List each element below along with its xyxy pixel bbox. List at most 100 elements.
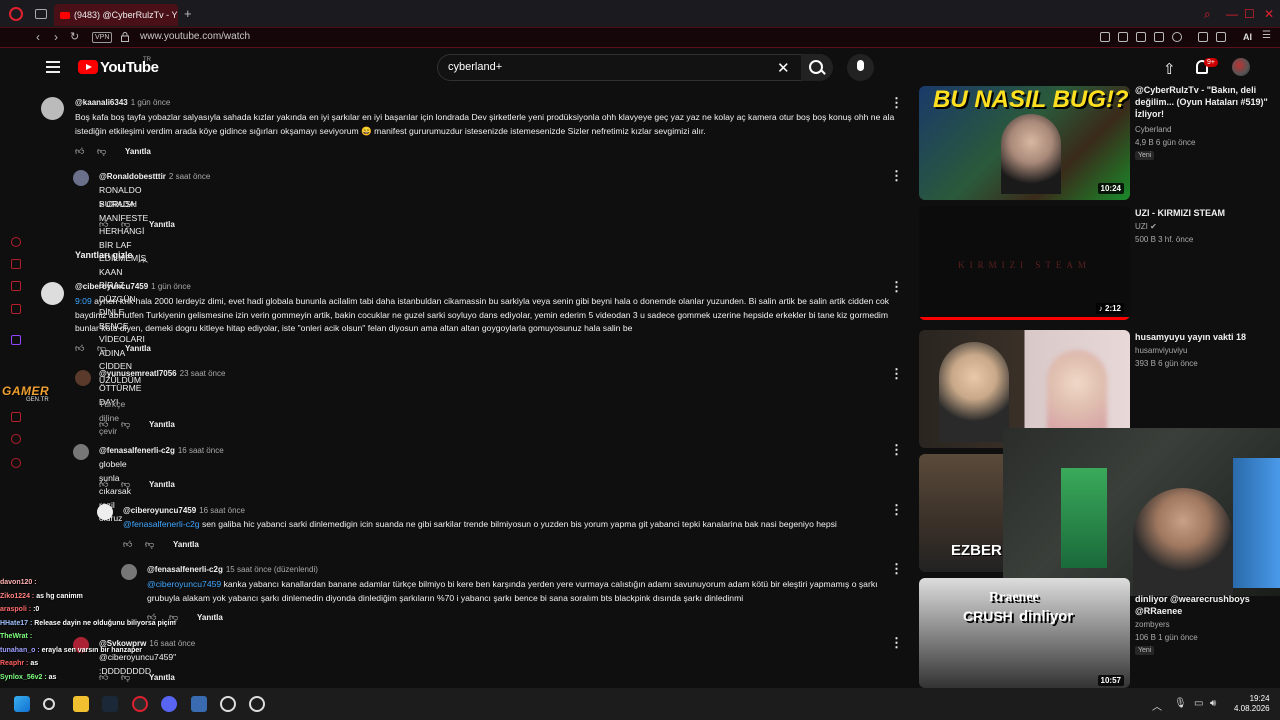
comment-menu-icon[interactable] <box>890 561 903 577</box>
avatar[interactable] <box>97 504 113 520</box>
taskbar-clock[interactable]: 19:24 4.08.2026 <box>1234 694 1270 714</box>
dislike-icon[interactable]: 👎︎ <box>97 146 107 156</box>
comment-menu-icon[interactable] <box>890 95 903 111</box>
video-thumbnail[interactable]: EZBER <box>919 454 1003 572</box>
opera-gx-icon[interactable] <box>132 696 148 712</box>
easy-setup-icon[interactable] <box>1216 32 1226 42</box>
reload-icon[interactable]: ↻ <box>70 30 79 43</box>
channel-name[interactable]: husamviyuviyu <box>1135 346 1187 355</box>
clear-search-icon[interactable]: ✕ <box>777 59 790 77</box>
maximize-icon[interactable]: ☐ <box>1244 7 1255 21</box>
app-icon[interactable] <box>191 696 207 712</box>
like-icon[interactable]: 👍︎ <box>75 343 85 353</box>
voice-search-icon[interactable] <box>847 54 874 81</box>
sidebar-bag-icon[interactable] <box>11 259 21 269</box>
sidebar-settings-icon[interactable] <box>11 434 21 444</box>
forward-icon[interactable]: › <box>54 30 58 44</box>
like-icon[interactable]: 👍︎ <box>99 419 109 429</box>
comment-author[interactable]: @ciberoyuncu7459 1 gün önce <box>75 282 191 291</box>
file-explorer-icon[interactable] <box>73 696 89 712</box>
hide-replies-button[interactable]: Yanıtları gizle <box>75 250 133 260</box>
comment-author[interactable]: @kaanali6343 1 gün önce <box>75 98 170 107</box>
menu-icon[interactable] <box>46 61 60 73</box>
player-icon[interactable] <box>1154 32 1164 42</box>
close-window-icon[interactable]: ✕ <box>1264 7 1274 21</box>
avatar[interactable] <box>73 170 89 186</box>
url-input[interactable]: www.youtube.com/watch <box>140 31 250 42</box>
like-icon[interactable]: 👍︎ <box>99 219 109 229</box>
reply-button[interactable]: Yanıtla <box>149 420 175 429</box>
reply-button[interactable]: Yanıtla <box>149 480 175 489</box>
sidebar-history-icon[interactable] <box>11 237 21 247</box>
start-menu-icon[interactable] <box>14 696 30 712</box>
search-input[interactable]: cyberland+ <box>448 61 502 73</box>
discord-icon[interactable] <box>161 696 177 712</box>
channel-name[interactable]: UZI ✔ <box>1135 222 1157 231</box>
volume-icon[interactable]: 🔊︎ <box>1210 698 1216 709</box>
back-icon[interactable]: ‹ <box>36 30 40 44</box>
comment-menu-icon[interactable] <box>890 502 903 518</box>
microphone-icon[interactable]: 🎙︎ <box>1174 698 1187 709</box>
avatar[interactable] <box>41 282 64 305</box>
like-icon[interactable]: 👍︎ <box>123 539 133 549</box>
avatar[interactable] <box>75 370 91 386</box>
mention-link[interactable]: @fenasalfenerli-c2g <box>123 519 200 529</box>
timestamp-link[interactable]: 9:09 <box>75 296 92 306</box>
sidebar-clock-icon[interactable] <box>11 412 21 422</box>
dislike-icon[interactable]: 👎︎ <box>145 539 155 549</box>
sidebar-chat-icon[interactable] <box>11 281 21 291</box>
comment-author[interactable]: @fenasalfenerli-c2g 16 saat önce <box>99 446 224 455</box>
comment-author[interactable]: @Ronaldobestttir 2 saat önce <box>99 172 210 181</box>
reply-button[interactable]: Yanıtla <box>173 540 199 549</box>
comment-author[interactable]: @fenasalfenerli-c2g 15 saat önce (düzenle… <box>147 565 318 574</box>
channel-name[interactable]: zombyers <box>1135 620 1170 629</box>
video-thumbnail[interactable]: Rraenee CRUSH dinliyor 10:57 <box>919 578 1130 688</box>
reply-button[interactable]: Yanıtla <box>149 220 175 229</box>
shield-icon[interactable] <box>1136 32 1146 42</box>
reply-button[interactable]: Yanıtla <box>125 344 151 353</box>
tab-overview-icon[interactable] <box>35 9 47 19</box>
snapshot-icon[interactable] <box>1118 32 1128 42</box>
avatar[interactable] <box>41 97 64 120</box>
comment-author[interactable]: @yunusemreatl7056 23 saat önce <box>99 369 225 378</box>
account-avatar[interactable] <box>1232 58 1250 76</box>
dislike-icon[interactable]: 👎︎ <box>121 419 131 429</box>
like-icon[interactable]: 👍︎ <box>75 146 85 156</box>
reply-button[interactable]: Yanıtla <box>125 147 151 156</box>
comment-menu-icon[interactable] <box>890 168 903 184</box>
comment-menu-icon[interactable] <box>890 635 903 651</box>
obs-icon[interactable] <box>220 696 236 712</box>
search-button[interactable] <box>801 54 833 81</box>
opera-logo-icon[interactable] <box>9 7 23 21</box>
upload-icon[interactable]: ⇧ <box>1163 60 1176 78</box>
comment-author[interactable]: @ciberoyuncu7459 16 saat önce <box>123 506 245 515</box>
video-title[interactable]: @CyberRulzTv - "Bakın, deli değilim... (… <box>1135 84 1277 120</box>
display-icon[interactable]: ▭ <box>1194 698 1203 709</box>
channel-name[interactable]: Cyberland <box>1135 125 1171 134</box>
settings-icon[interactable] <box>249 696 265 712</box>
aria-ai-button[interactable]: AI <box>1243 32 1252 42</box>
video-title[interactable]: UZI - KIRMIZI STEAM <box>1135 207 1277 219</box>
youtube-logo-icon[interactable] <box>78 60 98 74</box>
video-thumbnail[interactable]: KIRMIZI STEAM ♪ 2:12 <box>919 206 1130 320</box>
new-tab-button[interactable]: + <box>184 6 192 21</box>
dislike-icon[interactable]: 👎︎ <box>121 219 131 229</box>
video-thumbnail[interactable]: BU NASIL BUG!? 10:24 <box>919 86 1130 200</box>
bookmark-icon[interactable] <box>1100 32 1110 42</box>
dislike-icon[interactable]: 👎︎ <box>97 343 107 353</box>
search-icon[interactable] <box>43 698 55 710</box>
sidebar-messenger-icon[interactable] <box>11 304 21 314</box>
minimize-icon[interactable]: — <box>1226 7 1238 21</box>
show-hidden-icons[interactable]: ︿ <box>1152 698 1162 713</box>
comment-menu-icon[interactable] <box>890 442 903 458</box>
browser-tab-youtube[interactable]: (9483) @CyberRulzTv - YE <box>54 4 178 26</box>
chevron-up-icon[interactable]: ︿ <box>138 250 148 265</box>
sidebar-gear-icon[interactable] <box>11 458 21 468</box>
steam-icon[interactable] <box>102 696 118 712</box>
video-title[interactable]: husamyuyu yayın vakti 18 <box>1135 331 1277 343</box>
search-tabs-icon[interactable]: ⌕ <box>1204 7 1211 22</box>
avatar[interactable] <box>73 444 89 460</box>
more-icon[interactable]: ☰ <box>1262 30 1271 41</box>
video-title[interactable]: dinliyor @wearecrushboys @RRaenee <box>1135 593 1277 617</box>
dislike-icon[interactable]: 👎︎ <box>121 479 131 489</box>
